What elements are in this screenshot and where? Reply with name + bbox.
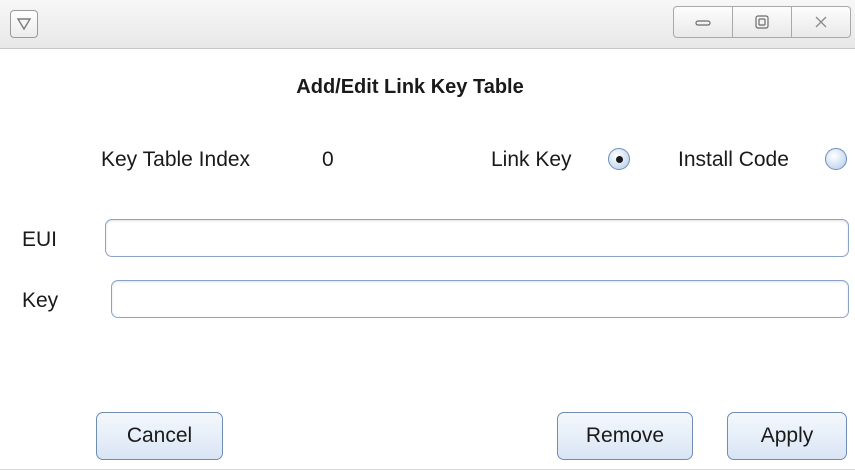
triangle-down-icon [16,18,32,31]
window-controls [673,6,851,38]
install-code-label: Install Code [678,148,789,171]
radio-selected-dot [615,155,623,163]
maximize-button[interactable] [733,6,792,38]
close-icon [815,16,827,28]
apply-button[interactable]: Apply [727,412,847,460]
maximize-icon [755,15,769,29]
system-menu-button[interactable] [10,10,38,38]
install-code-radio[interactable] [825,148,847,170]
eui-label: EUI [22,228,58,251]
close-button[interactable] [792,6,851,38]
minimize-button[interactable] [673,6,733,38]
remove-button[interactable]: Remove [557,412,693,460]
eui-input[interactable] [105,219,849,257]
key-label: Key [22,289,59,312]
minimize-icon [695,20,711,26]
key-input[interactable] [111,280,849,318]
cancel-button[interactable]: Cancel [96,412,223,460]
key-table-index-label: Key Table Index [101,148,251,171]
link-key-radio[interactable] [608,148,630,170]
window-titlebar [0,0,855,49]
key-table-index-value: 0 [322,148,334,171]
dialog-title: Add/Edit Link Key Table [296,76,524,98]
link-key-label: Link Key [491,148,572,171]
